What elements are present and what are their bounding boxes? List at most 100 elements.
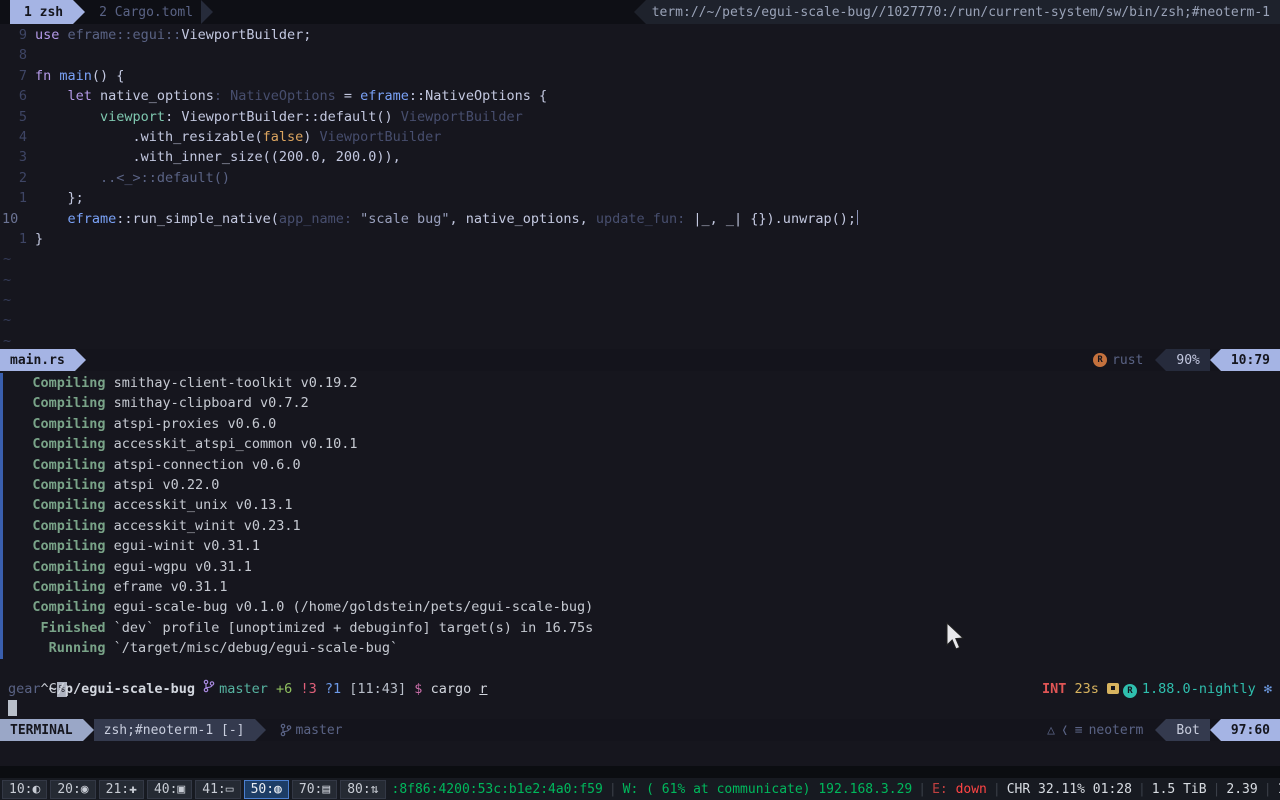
workspace-icon: ⇅ <box>371 782 379 797</box>
powerline-separator <box>1210 349 1221 371</box>
statusline-position: 97:60 <box>1221 719 1280 741</box>
code-segment: : NativeOptions <box>214 88 336 104</box>
code-segment: fn <box>35 68 59 84</box>
cargo-status-text: accesskit_winit v0.23.1 <box>106 518 301 534</box>
code-segment: false <box>263 129 304 145</box>
shell-prompt-line: gear ~/p/egui-scale-bug master +6 !3 ?1 … <box>0 679 1280 699</box>
workspace-icon: ◐ <box>32 782 40 797</box>
lines-icon: ≡ <box>1075 723 1083 738</box>
prompt-host: gear <box>8 681 41 697</box>
code-line: 1 }; <box>0 188 1280 208</box>
workspace-button[interactable]: 40:▣ <box>147 780 192 799</box>
workspace-button[interactable]: 10:◐ <box>2 780 47 799</box>
status-separator: | <box>1207 782 1227 797</box>
typed-command[interactable]: cargo <box>431 681 480 697</box>
bar-gap <box>0 766 1280 778</box>
workspace-icon: ▣ <box>177 782 185 797</box>
status-separator: | <box>912 782 932 797</box>
tab-cargo-toml[interactable]: 2 Cargo.toml <box>85 0 201 24</box>
code-line: 5 viewport: ViewportBuilder::default() V… <box>0 107 1280 127</box>
workspace-button[interactable]: 70:▤ <box>292 780 337 799</box>
code-text: eframe::run_simple_native(app_name: "sca… <box>27 209 858 229</box>
powerline-separator <box>1155 349 1166 371</box>
tab-zsh[interactable]: 1 zsh <box>10 0 73 24</box>
terminal-pane[interactable]: Compiling smithay-client-toolkit v0.19.2… <box>0 371 1280 719</box>
status-segment: 2.39 <box>1226 782 1257 797</box>
terminal-line: Compiling egui-scale-bug v0.1.0 (/home/g… <box>0 597 1280 617</box>
code-text: ..<_>::default() <box>27 168 230 188</box>
status-segment: CHR 32.11% 01:28 <box>1007 782 1132 797</box>
command-duration: 23s <box>1075 681 1099 697</box>
workspace-button[interactable]: 21:✚ <box>99 780 144 799</box>
powerline-separator <box>75 349 86 371</box>
code-segment: ViewportBuilder; <box>181 27 311 43</box>
editor-buffer[interactable]: 9use eframe::egui::ViewportBuilder;87fn … <box>0 24 1280 349</box>
workspace-number: 20: <box>57 782 80 797</box>
workspace-button[interactable]: 50:◍ <box>244 780 289 799</box>
cargo-status-text: egui-winit v0.31.1 <box>106 538 260 554</box>
workspace-number: 41: <box>202 782 225 797</box>
code-line: 6 let native_options: NativeOptions = ef… <box>0 86 1280 106</box>
terminal-line: Compiling egui-wgpu v0.31.1 <box>0 557 1280 577</box>
cargo-status-text: `/target/misc/debug/egui-scale-bug` <box>106 640 399 656</box>
workspace-icon: ▤ <box>322 782 330 797</box>
code-segment <box>35 88 68 104</box>
filetype-label: rust <box>1112 353 1143 368</box>
code-segment: ::NativeOptions { <box>409 88 547 104</box>
code-segment: }; <box>35 190 84 206</box>
workspace-icon: ✚ <box>129 782 137 797</box>
code-line: 4 .with_resizable(false) ViewportBuilder <box>0 127 1280 147</box>
prompt-modified-count: !3 <box>300 681 316 697</box>
cargo-status-label: Compiling <box>8 395 106 411</box>
status-text: CHR 32.11% 01:28 <box>1007 782 1132 797</box>
cargo-status-text: atspi-connection v0.6.0 <box>106 457 301 473</box>
plugin-label: neoterm <box>1089 723 1144 738</box>
code-segment: () { <box>92 68 125 84</box>
cargo-status-text: atspi v0.22.0 <box>106 477 220 493</box>
status-text: down <box>956 782 987 797</box>
workspace-button[interactable]: 20:◉ <box>50 780 95 799</box>
code-segment: native_options <box>100 88 214 104</box>
terminal-line: Compiling atspi-proxies v0.6.0 <box>0 414 1280 434</box>
editor-cursor <box>857 210 858 225</box>
code-text: .with_inner_size((200.0, 200.0)), <box>27 147 401 167</box>
flask-icon: △ <box>1047 723 1055 738</box>
workspace-button[interactable]: 80:⇅ <box>340 780 385 799</box>
tilde-lines: ~~~~~ <box>0 249 1280 349</box>
cargo-status-text: `dev` profile [unoptimized + debuginfo] … <box>106 620 594 636</box>
git-branch-icon <box>203 681 219 697</box>
line-number: 2 <box>0 168 27 188</box>
terminal-buffer-name: zsh;#neoterm-1 [-] <box>94 719 255 741</box>
cargo-status-text: smithay-client-toolkit v0.19.2 <box>106 375 358 391</box>
terminal-line: Compiling accesskit_winit v0.23.1 <box>0 516 1280 536</box>
status-separator: | <box>1258 782 1278 797</box>
prompt-right: INT 23sR1.88.0-nightly ✻ <box>1042 679 1272 699</box>
terminal-buffer-title: term://~/pets/egui-scale-bug//1027770:/r… <box>646 0 1280 24</box>
mode-indicator: TERMINAL <box>0 719 83 741</box>
code-segment: } <box>35 231 43 247</box>
status-segment: E: down <box>932 782 987 797</box>
code-text: .with_resizable(false) ViewportBuilder <box>27 127 441 147</box>
code-segment: , native_options, <box>450 211 596 227</box>
workspace-button[interactable]: 41:▭ <box>195 780 240 799</box>
code-segment: .with_inner_size((200.0, 200.0)), <box>35 149 401 165</box>
status-separator: | <box>603 782 623 797</box>
terminal-cursor-line <box>0 699 1280 719</box>
rust-icon: R <box>1093 353 1107 367</box>
terminal-interrupt-line: ^C% <box>0 658 1280 678</box>
cargo-status-label: Compiling <box>8 457 106 473</box>
cargo-status-label: Compiling <box>8 375 106 391</box>
status-segment: :8f86:4200:53c:b1e2:4a0:f59 <box>392 782 603 797</box>
empty-line-tilde: ~ <box>0 290 1280 310</box>
terminal-sign-column <box>0 373 3 659</box>
code-text: } <box>27 229 43 249</box>
code-text: }; <box>27 188 84 208</box>
cargo-status-label: Compiling <box>8 559 106 575</box>
terminal-line: Compiling atspi-connection v0.6.0 <box>0 455 1280 475</box>
code-line: 3 .with_inner_size((200.0, 200.0)), <box>0 147 1280 167</box>
cargo-status-label: Compiling <box>8 599 106 615</box>
cargo-status-text: eframe v0.31.1 <box>106 579 228 595</box>
code-segment: "scale bug" <box>360 211 449 227</box>
workspace-icon: ◉ <box>81 782 89 797</box>
rust-toolchain-version: 1.88.0-nightly <box>1142 681 1256 697</box>
